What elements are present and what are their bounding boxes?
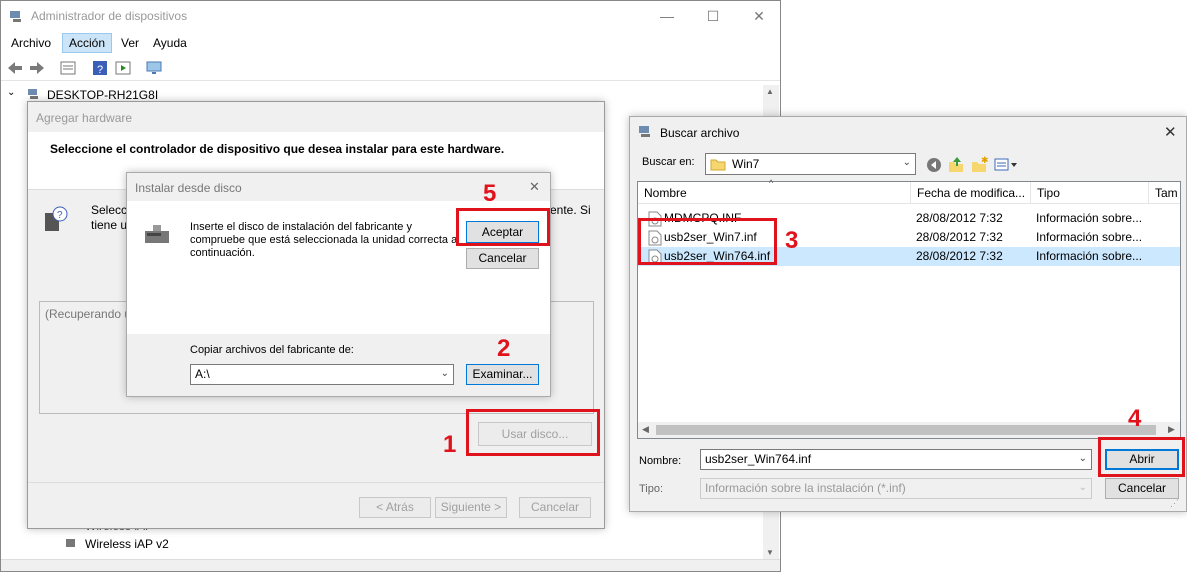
step-3-label: 3 bbox=[785, 227, 799, 254]
chevron-down-icon[interactable]: ⌄ bbox=[1079, 451, 1087, 466]
menu-bar: Archivo Acción Ver Ayuda bbox=[1, 32, 780, 54]
chevron-down-icon[interactable]: ⌄ bbox=[1079, 480, 1087, 495]
menu-accion[interactable]: Acción bbox=[62, 33, 113, 53]
filename-combobox[interactable]: usb2ser_Win764.inf ⌄ bbox=[700, 449, 1092, 470]
cancel-button[interactable]: Cancelar bbox=[466, 248, 539, 269]
device-manager-icon bbox=[10, 11, 21, 22]
svg-text:?: ? bbox=[57, 210, 63, 221]
highlight-use-disk bbox=[466, 409, 600, 456]
help-icon[interactable]: ? bbox=[91, 59, 109, 77]
dialog-title: Agregar hardware bbox=[36, 111, 133, 125]
forward-arrow-icon[interactable] bbox=[28, 59, 46, 77]
disk-drive-icon bbox=[145, 225, 169, 243]
list-loading-text: (Recuperando u bbox=[45, 307, 132, 321]
dialog-title: Buscar archivo bbox=[660, 126, 740, 140]
computer-icon bbox=[639, 126, 650, 137]
resize-grip-icon[interactable]: ⋰ bbox=[1170, 498, 1179, 509]
file-date: 28/08/2012 7:32 bbox=[916, 211, 1003, 225]
file-type: Información sobre... bbox=[1036, 211, 1143, 225]
scroll-thumb[interactable] bbox=[656, 425, 1156, 435]
hardware-help-icon: ? bbox=[45, 206, 68, 231]
file-type: Información sobre... bbox=[1036, 249, 1143, 263]
maximize-button[interactable]: ☐ bbox=[690, 1, 736, 31]
column-size[interactable]: Tam bbox=[1149, 182, 1181, 204]
minimize-button[interactable]: — bbox=[644, 1, 690, 31]
window-title: Administrador de dispositivos bbox=[31, 9, 188, 23]
info-text-line2: tiene u bbox=[91, 218, 128, 232]
file-type: Información sobre... bbox=[1036, 230, 1143, 244]
folder-icon bbox=[710, 159, 726, 171]
run-icon[interactable] bbox=[114, 59, 132, 77]
filename-label: Nombre: bbox=[639, 455, 682, 467]
browse-button[interactable]: Examinar... bbox=[466, 364, 539, 385]
horizontal-scrollbar[interactable] bbox=[1, 559, 780, 571]
filename-value: usb2ser_Win764.inf bbox=[705, 452, 812, 466]
filetype-combobox[interactable]: Información sobre la instalación (*.inf)… bbox=[700, 478, 1092, 499]
dialog-title: Instalar desde disco bbox=[135, 181, 242, 195]
toolbar: ? bbox=[1, 55, 780, 81]
highlight-ok-button bbox=[456, 208, 550, 246]
svg-text:?: ? bbox=[97, 64, 103, 76]
close-icon[interactable]: ✕ bbox=[1164, 123, 1177, 141]
scroll-right-icon[interactable]: ▶ bbox=[1168, 424, 1175, 435]
back-arrow-icon[interactable] bbox=[6, 59, 24, 77]
scroll-left-icon[interactable]: ◀ bbox=[642, 424, 649, 435]
sort-caret-icon: ^ bbox=[769, 178, 774, 188]
collapse-chevron-icon[interactable]: ⌄ bbox=[7, 87, 15, 98]
chevron-down-icon[interactable]: ⌄ bbox=[903, 155, 911, 170]
back-button[interactable]: < Atrás bbox=[359, 497, 431, 518]
source-path-value: A:\ bbox=[195, 367, 210, 381]
step-4-label: 4 bbox=[1128, 405, 1142, 432]
filetype-value: Información sobre la instalación (*.inf) bbox=[705, 481, 906, 495]
title-bar[interactable]: Administrador de dispositivos — ☐ ✕ bbox=[1, 1, 780, 31]
menu-ver[interactable]: Ver bbox=[115, 34, 145, 52]
highlight-open-button bbox=[1098, 437, 1185, 477]
column-name[interactable]: Nombre bbox=[638, 182, 911, 204]
horizontal-scrollbar[interactable]: ◀ ▶ bbox=[638, 422, 1180, 438]
step-2-label: 2 bbox=[497, 335, 511, 362]
highlight-inf-files bbox=[638, 218, 777, 265]
file-date: 28/08/2012 7:32 bbox=[916, 249, 1003, 263]
view-menu-icon[interactable] bbox=[994, 157, 1020, 173]
tree-item[interactable]: Wireless iAP v2 bbox=[85, 537, 169, 551]
tree-root-label[interactable]: DESKTOP-RH21G8I bbox=[47, 88, 158, 102]
step-1-label: 1 bbox=[443, 431, 457, 458]
look-in-combobox[interactable]: Win7 ⌄ bbox=[705, 153, 916, 175]
column-date[interactable]: Fecha de modifica... bbox=[911, 182, 1031, 204]
step-5-label: 5 bbox=[483, 180, 497, 207]
properties-icon[interactable] bbox=[59, 59, 77, 77]
look-in-label: Buscar en: bbox=[642, 156, 695, 168]
cancel-button[interactable]: Cancelar bbox=[519, 497, 591, 518]
filetype-label: Tipo: bbox=[639, 483, 664, 495]
copy-from-label: Copiar archivos del fabricante de: bbox=[190, 344, 354, 356]
menu-ayuda[interactable]: Ayuda bbox=[147, 34, 193, 52]
info-text-right: ente. Si bbox=[550, 203, 591, 217]
next-button[interactable]: Siguiente > bbox=[435, 497, 507, 518]
svg-text:✱: ✱ bbox=[981, 156, 989, 165]
scroll-up-icon[interactable]: ▲ bbox=[766, 87, 774, 96]
look-in-value: Win7 bbox=[732, 157, 760, 171]
dialog-heading: Seleccione el controlador de dispositivo… bbox=[50, 142, 505, 156]
monitor-icon[interactable] bbox=[145, 59, 163, 77]
cancel-button[interactable]: Cancelar bbox=[1105, 478, 1179, 499]
column-type[interactable]: Tipo bbox=[1031, 182, 1149, 204]
divider bbox=[28, 482, 604, 483]
new-folder-icon[interactable]: ✱ bbox=[971, 156, 989, 174]
source-path-combobox[interactable]: A:\ ⌄ bbox=[190, 364, 454, 385]
file-list-header: Nombre ^ Fecha de modifica... Tipo Tam bbox=[638, 178, 1181, 204]
usb-icon bbox=[66, 539, 75, 547]
close-button[interactable]: ✕ bbox=[736, 1, 782, 31]
close-icon[interactable]: ✕ bbox=[529, 179, 540, 195]
menu-archivo[interactable]: Archivo bbox=[5, 34, 57, 52]
computer-icon bbox=[28, 89, 38, 99]
up-folder-icon[interactable] bbox=[948, 156, 964, 174]
scroll-down-icon[interactable]: ▼ bbox=[766, 548, 774, 557]
file-date: 28/08/2012 7:32 bbox=[916, 230, 1003, 244]
info-text-line1: Selecci bbox=[91, 203, 130, 217]
chevron-down-icon[interactable]: ⌄ bbox=[441, 366, 449, 381]
back-icon[interactable] bbox=[926, 157, 942, 173]
insert-disk-message: Inserte el disco de instalación del fabr… bbox=[190, 221, 458, 259]
